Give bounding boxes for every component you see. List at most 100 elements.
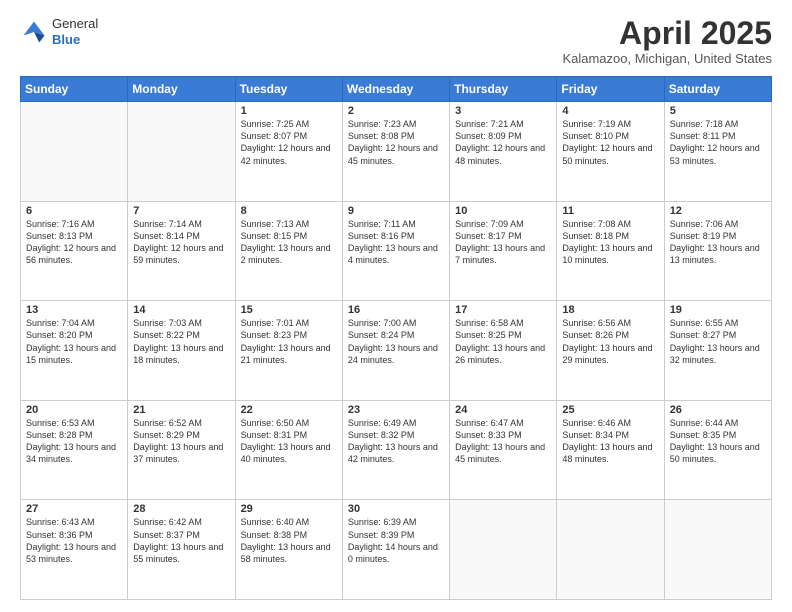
calendar-cell: 13Sunrise: 7:04 AM Sunset: 8:20 PM Dayli… — [21, 301, 128, 401]
day-info: Sunrise: 7:25 AM Sunset: 8:07 PM Dayligh… — [241, 118, 337, 167]
logo-general: General — [52, 16, 98, 32]
day-info: Sunrise: 7:09 AM Sunset: 8:17 PM Dayligh… — [455, 218, 551, 267]
day-number: 27 — [26, 503, 122, 515]
day-info: Sunrise: 6:43 AM Sunset: 8:36 PM Dayligh… — [26, 516, 122, 565]
calendar-cell: 3Sunrise: 7:21 AM Sunset: 8:09 PM Daylig… — [450, 102, 557, 202]
day-info: Sunrise: 6:39 AM Sunset: 8:39 PM Dayligh… — [348, 516, 444, 565]
day-number: 11 — [562, 205, 658, 217]
header: General Blue April 2025 Kalamazoo, Michi… — [20, 16, 772, 66]
calendar-cell: 6Sunrise: 7:16 AM Sunset: 8:13 PM Daylig… — [21, 201, 128, 301]
day-number: 30 — [348, 503, 444, 515]
day-number: 18 — [562, 304, 658, 316]
day-number: 5 — [670, 105, 766, 117]
calendar-cell: 18Sunrise: 6:56 AM Sunset: 8:26 PM Dayli… — [557, 301, 664, 401]
day-number: 17 — [455, 304, 551, 316]
day-info: Sunrise: 6:42 AM Sunset: 8:37 PM Dayligh… — [133, 516, 229, 565]
day-info: Sunrise: 6:47 AM Sunset: 8:33 PM Dayligh… — [455, 417, 551, 466]
calendar-cell: 5Sunrise: 7:18 AM Sunset: 8:11 PM Daylig… — [664, 102, 771, 202]
calendar-cell: 26Sunrise: 6:44 AM Sunset: 8:35 PM Dayli… — [664, 400, 771, 500]
day-info: Sunrise: 7:08 AM Sunset: 8:18 PM Dayligh… — [562, 218, 658, 267]
day-info: Sunrise: 7:04 AM Sunset: 8:20 PM Dayligh… — [26, 317, 122, 366]
logo-blue: Blue — [52, 32, 98, 48]
day-info: Sunrise: 6:40 AM Sunset: 8:38 PM Dayligh… — [241, 516, 337, 565]
header-sunday: Sunday — [21, 77, 128, 102]
day-number: 2 — [348, 105, 444, 117]
day-info: Sunrise: 6:53 AM Sunset: 8:28 PM Dayligh… — [26, 417, 122, 466]
calendar-cell: 23Sunrise: 6:49 AM Sunset: 8:32 PM Dayli… — [342, 400, 449, 500]
day-number: 10 — [455, 205, 551, 217]
calendar-cell: 27Sunrise: 6:43 AM Sunset: 8:36 PM Dayli… — [21, 500, 128, 600]
day-number: 6 — [26, 205, 122, 217]
calendar-cell: 8Sunrise: 7:13 AM Sunset: 8:15 PM Daylig… — [235, 201, 342, 301]
calendar-cell: 1Sunrise: 7:25 AM Sunset: 8:07 PM Daylig… — [235, 102, 342, 202]
calendar-cell — [557, 500, 664, 600]
logo-icon — [20, 18, 48, 46]
calendar-cell: 20Sunrise: 6:53 AM Sunset: 8:28 PM Dayli… — [21, 400, 128, 500]
title-block: April 2025 Kalamazoo, Michigan, United S… — [562, 16, 772, 66]
calendar-cell: 14Sunrise: 7:03 AM Sunset: 8:22 PM Dayli… — [128, 301, 235, 401]
day-number: 26 — [670, 404, 766, 416]
day-number: 16 — [348, 304, 444, 316]
main-title: April 2025 — [562, 16, 772, 51]
day-number: 29 — [241, 503, 337, 515]
calendar-week-5: 27Sunrise: 6:43 AM Sunset: 8:36 PM Dayli… — [21, 500, 772, 600]
day-number: 21 — [133, 404, 229, 416]
day-number: 14 — [133, 304, 229, 316]
calendar-cell — [21, 102, 128, 202]
day-info: Sunrise: 7:11 AM Sunset: 8:16 PM Dayligh… — [348, 218, 444, 267]
day-info: Sunrise: 7:19 AM Sunset: 8:10 PM Dayligh… — [562, 118, 658, 167]
day-number: 22 — [241, 404, 337, 416]
calendar-cell: 16Sunrise: 7:00 AM Sunset: 8:24 PM Dayli… — [342, 301, 449, 401]
day-info: Sunrise: 7:23 AM Sunset: 8:08 PM Dayligh… — [348, 118, 444, 167]
header-saturday: Saturday — [664, 77, 771, 102]
day-info: Sunrise: 6:55 AM Sunset: 8:27 PM Dayligh… — [670, 317, 766, 366]
calendar-table: SundayMondayTuesdayWednesdayThursdayFrid… — [20, 76, 772, 600]
calendar-cell: 22Sunrise: 6:50 AM Sunset: 8:31 PM Dayli… — [235, 400, 342, 500]
calendar-cell: 10Sunrise: 7:09 AM Sunset: 8:17 PM Dayli… — [450, 201, 557, 301]
logo-text: General Blue — [52, 16, 98, 47]
subtitle: Kalamazoo, Michigan, United States — [562, 51, 772, 66]
calendar-cell: 25Sunrise: 6:46 AM Sunset: 8:34 PM Dayli… — [557, 400, 664, 500]
day-number: 25 — [562, 404, 658, 416]
day-info: Sunrise: 7:03 AM Sunset: 8:22 PM Dayligh… — [133, 317, 229, 366]
day-number: 3 — [455, 105, 551, 117]
day-number: 8 — [241, 205, 337, 217]
calendar-cell: 12Sunrise: 7:06 AM Sunset: 8:19 PM Dayli… — [664, 201, 771, 301]
logo: General Blue — [20, 16, 98, 47]
header-monday: Monday — [128, 77, 235, 102]
calendar-cell: 4Sunrise: 7:19 AM Sunset: 8:10 PM Daylig… — [557, 102, 664, 202]
calendar-header-row: SundayMondayTuesdayWednesdayThursdayFrid… — [21, 77, 772, 102]
day-info: Sunrise: 7:01 AM Sunset: 8:23 PM Dayligh… — [241, 317, 337, 366]
calendar-cell: 2Sunrise: 7:23 AM Sunset: 8:08 PM Daylig… — [342, 102, 449, 202]
calendar-week-4: 20Sunrise: 6:53 AM Sunset: 8:28 PM Dayli… — [21, 400, 772, 500]
day-number: 28 — [133, 503, 229, 515]
calendar-cell: 29Sunrise: 6:40 AM Sunset: 8:38 PM Dayli… — [235, 500, 342, 600]
day-info: Sunrise: 7:06 AM Sunset: 8:19 PM Dayligh… — [670, 218, 766, 267]
calendar-cell: 24Sunrise: 6:47 AM Sunset: 8:33 PM Dayli… — [450, 400, 557, 500]
day-number: 9 — [348, 205, 444, 217]
day-info: Sunrise: 7:00 AM Sunset: 8:24 PM Dayligh… — [348, 317, 444, 366]
day-info: Sunrise: 6:58 AM Sunset: 8:25 PM Dayligh… — [455, 317, 551, 366]
calendar-cell: 17Sunrise: 6:58 AM Sunset: 8:25 PM Dayli… — [450, 301, 557, 401]
day-info: Sunrise: 6:44 AM Sunset: 8:35 PM Dayligh… — [670, 417, 766, 466]
day-info: Sunrise: 7:14 AM Sunset: 8:14 PM Dayligh… — [133, 218, 229, 267]
calendar-cell: 30Sunrise: 6:39 AM Sunset: 8:39 PM Dayli… — [342, 500, 449, 600]
day-number: 23 — [348, 404, 444, 416]
calendar-cell: 19Sunrise: 6:55 AM Sunset: 8:27 PM Dayli… — [664, 301, 771, 401]
calendar-cell: 15Sunrise: 7:01 AM Sunset: 8:23 PM Dayli… — [235, 301, 342, 401]
header-friday: Friday — [557, 77, 664, 102]
calendar-cell: 11Sunrise: 7:08 AM Sunset: 8:18 PM Dayli… — [557, 201, 664, 301]
day-number: 7 — [133, 205, 229, 217]
day-number: 4 — [562, 105, 658, 117]
header-wednesday: Wednesday — [342, 77, 449, 102]
day-number: 13 — [26, 304, 122, 316]
calendar-cell: 7Sunrise: 7:14 AM Sunset: 8:14 PM Daylig… — [128, 201, 235, 301]
calendar-week-2: 6Sunrise: 7:16 AM Sunset: 8:13 PM Daylig… — [21, 201, 772, 301]
day-info: Sunrise: 7:21 AM Sunset: 8:09 PM Dayligh… — [455, 118, 551, 167]
calendar-cell — [128, 102, 235, 202]
day-info: Sunrise: 6:46 AM Sunset: 8:34 PM Dayligh… — [562, 417, 658, 466]
day-info: Sunrise: 7:18 AM Sunset: 8:11 PM Dayligh… — [670, 118, 766, 167]
calendar-week-3: 13Sunrise: 7:04 AM Sunset: 8:20 PM Dayli… — [21, 301, 772, 401]
day-number: 20 — [26, 404, 122, 416]
header-tuesday: Tuesday — [235, 77, 342, 102]
